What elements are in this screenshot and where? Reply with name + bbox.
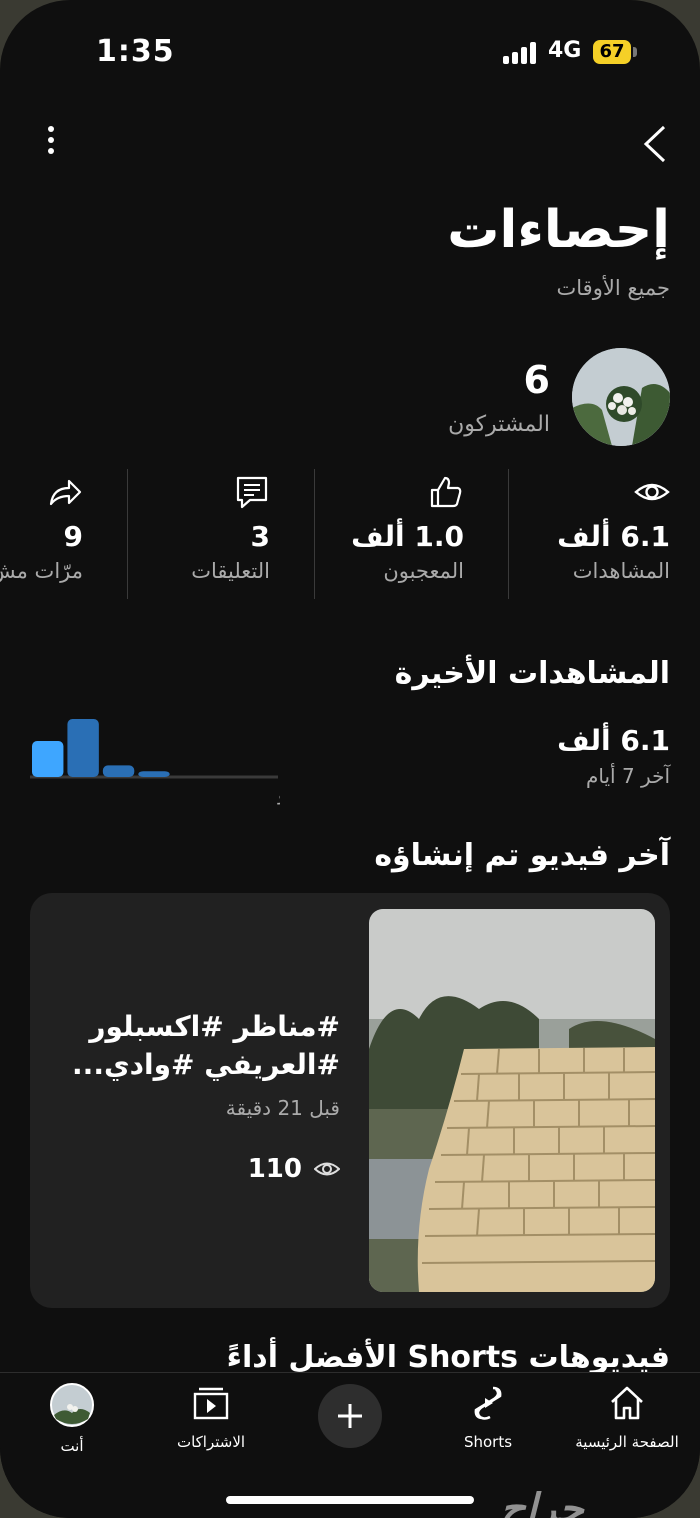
chart-bar (138, 771, 170, 777)
video-views-count: 110 (247, 1154, 302, 1184)
stat-views-label: المشاهدات (572, 559, 670, 583)
stat-shares-label: مرّات مش (0, 559, 83, 583)
chart-bar (32, 741, 64, 777)
network-type: 4G (548, 38, 582, 63)
create-button[interactable] (318, 1384, 382, 1448)
divider (127, 469, 128, 599)
stat-comments-value: 3 (250, 520, 270, 553)
channel-avatar[interactable] (572, 348, 670, 446)
divider (314, 469, 315, 599)
stat-likes-label: المعجبون (383, 559, 464, 583)
nav-shorts[interactable]: Shorts (452, 1383, 524, 1451)
recent-views-value: 6.1 ألف (557, 724, 670, 757)
stat-likes-value: 1.0 ألف (351, 520, 464, 553)
battery-icon: 67 (593, 40, 631, 64)
recent-views-period: آخر 7 أيام (585, 764, 670, 788)
top-shorts-title: فيديوهات Shorts الأفضل أداءً (226, 1340, 670, 1375)
avatar-plant-image (572, 348, 670, 446)
battery-tip (633, 47, 637, 57)
home-icon (611, 1386, 643, 1420)
stat-comments[interactable]: 3 التعليقات (191, 474, 270, 583)
nav-home-label: الصفحة الرئيسية (575, 1433, 679, 1451)
recent-views-title: المشاهدات الأخيرة (394, 656, 670, 691)
signal-icon (503, 40, 537, 64)
stat-shares-value: 9 (63, 520, 83, 553)
page-title: إحصاءات (447, 200, 670, 260)
chart-tick-label: 24 مايو (277, 784, 280, 805)
video-thumbnail[interactable] (369, 909, 655, 1292)
time-range-label[interactable]: جميع الأوقات (557, 276, 670, 300)
subscribers-label: المشتركون (448, 412, 550, 437)
eye-icon (634, 483, 670, 501)
comment-icon (236, 476, 268, 509)
home-indicator[interactable] (226, 1496, 474, 1504)
video-views: 110 (248, 1154, 340, 1184)
stat-views-value: 6.1 ألف (557, 520, 670, 553)
chart-bar (102, 765, 135, 777)
eye-icon (314, 1162, 340, 1176)
stat-comments-label: التعليقات (191, 559, 270, 583)
recent-views-chart[interactable]: 24 مايو30 مايو (30, 700, 280, 810)
status-time: 1:35 (96, 34, 175, 69)
nav-you[interactable]: أنت (40, 1383, 104, 1455)
like-icon (430, 476, 462, 508)
video-title[interactable]: #مناظر #اكسبلور #العريفي #وادي... (40, 1008, 340, 1084)
subscriptions-icon (193, 1387, 229, 1420)
nav-subscriptions[interactable]: الاشتراكات (168, 1383, 254, 1451)
chart-bar (67, 719, 99, 777)
plus-icon (338, 1404, 362, 1428)
share-icon (49, 479, 82, 506)
back-button[interactable] (640, 125, 670, 163)
nav-shorts-label: Shorts (463, 1433, 513, 1451)
subscribers-count: 6 (523, 358, 550, 402)
shorts-icon (474, 1386, 502, 1420)
chevron-left-icon (643, 125, 666, 163)
divider (508, 469, 509, 599)
nav-you-label: أنت (60, 1437, 84, 1455)
stat-shares[interactable]: 9 مرّات مش (0, 474, 83, 583)
nav-subscriptions-label: الاشتراكات (176, 1433, 246, 1451)
video-time: قبل 21 دقيقة (225, 1096, 340, 1120)
watermark-logo: حراج (500, 1486, 584, 1518)
nav-home[interactable]: الصفحة الرئيسية (570, 1383, 684, 1451)
stat-views[interactable]: 6.1 ألف المشاهدات (557, 474, 670, 583)
avatar (50, 1383, 94, 1427)
stone-tower-image (369, 909, 655, 1292)
latest-video-section-title: آخر فيديو تم إنشاؤه (374, 838, 670, 873)
more-options-button[interactable] (40, 126, 62, 162)
stat-likes[interactable]: 1.0 ألف المعجبون (351, 474, 464, 583)
phone-screen: 1:35 4G 67 إحصاءات جميع الأوقات 6 المشتر… (0, 0, 700, 1518)
